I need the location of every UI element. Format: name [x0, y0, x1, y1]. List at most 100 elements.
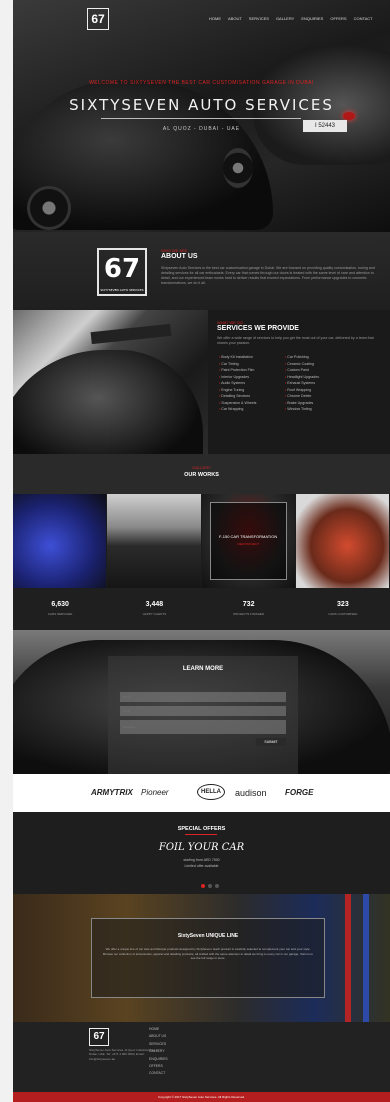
- footer-link-about[interactable]: ABOUT US: [149, 1033, 168, 1040]
- stat-number: 3,448: [145, 601, 164, 608]
- about-title: ABOUT US: [161, 253, 198, 260]
- slider-dot[interactable]: [215, 884, 219, 888]
- brand-logo-forge: FORGE: [285, 788, 314, 797]
- menu-item-gallery[interactable]: GALLERY: [276, 16, 294, 21]
- footer-link-services[interactable]: SERVICES: [149, 1041, 168, 1048]
- offer-price: starting from AED 7500: [183, 858, 220, 862]
- special-offers-section: SPECIAL OFFERS FOIL YOUR CAR starting fr…: [13, 812, 390, 894]
- gallery-overlay-link[interactable]: VIEW PROJECT: [202, 542, 295, 546]
- slider-dots: [201, 884, 219, 888]
- enquiry-form: LEARN MORE SUBMIT: [108, 656, 298, 774]
- footer-links: HOME ABOUT US SERVICES GALLERY ENQUIRIES…: [149, 1026, 168, 1078]
- service-item: Exhaust Systems: [285, 380, 319, 387]
- page: I 52443 67 HOME ABOUT SERVICES GALLERY E…: [13, 0, 390, 1102]
- footer: 67 SixtySeven Auto Services, Al Quoz Ind…: [13, 1022, 390, 1092]
- services-title: SERVICES WE PROVIDE: [217, 325, 299, 332]
- wheel-image: [27, 186, 71, 230]
- about-logo-caption: SIXTYSEVEN AUTO SERVICES: [100, 288, 144, 292]
- email-field[interactable]: [120, 706, 286, 716]
- stat-label: Cars Serviced: [47, 612, 73, 616]
- stats-bar: 6,630 Cars Serviced 3,448 Happy Clients …: [13, 588, 390, 630]
- site-logo[interactable]: 67: [87, 8, 109, 30]
- stat-label: Happy Clients: [142, 612, 167, 616]
- services-section: WHAT WE DO SERVICES WE PROVIDE We offer …: [13, 310, 390, 454]
- unique-line-section: SixtySeven UNIQUE LINE We offer a unique…: [13, 894, 390, 1022]
- stat-number: 323: [337, 601, 349, 608]
- works-title: OUR WORKS: [184, 472, 219, 478]
- divider: [101, 118, 301, 119]
- about-logo: 67 SIXTYSEVEN AUTO SERVICES: [97, 248, 147, 296]
- about-logo-number: 67: [103, 254, 141, 284]
- slider-dot[interactable]: [208, 884, 212, 888]
- menu-item-contact[interactable]: CONTACT: [354, 16, 373, 21]
- service-item: Paint Protection Film: [219, 367, 256, 374]
- hero-section: I 52443 67 HOME ABOUT SERVICES GALLERY E…: [13, 0, 390, 232]
- works-section: GALLERY OUR WORKS: [13, 454, 390, 494]
- slider-dot-active[interactable]: [201, 884, 205, 888]
- menu-item-home[interactable]: HOME: [209, 16, 221, 21]
- services-list-left: Body Kit Installation Car Tinting Paint …: [219, 354, 256, 413]
- service-item: Body Kit Installation: [219, 354, 256, 361]
- brand-logo-hella: HELLA: [197, 784, 225, 800]
- menu-item-offers[interactable]: OFFERS: [330, 16, 346, 21]
- footer-link-contact[interactable]: CONTACT: [149, 1070, 168, 1077]
- works-gallery: F-150 CAR TRANSFORMATION VIEW PROJECT: [13, 494, 390, 588]
- gallery-image-orange-nissan[interactable]: [295, 494, 389, 588]
- headlight-image: [223, 148, 253, 188]
- main-menu: HOME ABOUT SERVICES GALLERY ENQUIRIES OF…: [209, 16, 373, 21]
- about-section: 67 SIXTYSEVEN AUTO SERVICES WHO WE ARE A…: [13, 232, 390, 310]
- stat-label: Projects Finished: [233, 612, 265, 616]
- services-list-right: Car Polishing Ceramic Coating Custom Pai…: [285, 354, 319, 413]
- submit-button[interactable]: SUBMIT: [256, 738, 286, 746]
- footer-logo[interactable]: 67: [89, 1028, 109, 1046]
- footer-link-offers[interactable]: OFFERS: [149, 1063, 168, 1070]
- learn-more-section: LEARN MORE SUBMIT: [13, 630, 390, 774]
- services-car: [13, 350, 203, 454]
- stat-happy-clients: 3,448 Happy Clients: [107, 588, 201, 630]
- brand-logos: ARMYTRIX Pioneer HELLA audison FORGE: [13, 774, 390, 812]
- brand-logo-armytrix: ARMYTRIX: [91, 788, 133, 797]
- top-nav: 67 HOME ABOUT SERVICES GALLERY ENQUIRIES…: [13, 0, 390, 36]
- hero-title: SIXTYSEVEN AUTO SERVICES: [69, 96, 334, 114]
- menu-item-about[interactable]: ABOUT: [228, 16, 242, 21]
- copyright-bar: Copyright © 2017 SixtySeven Auto Service…: [13, 1092, 390, 1102]
- hero-location: AL QUOZ - DUBAI - UAE: [162, 126, 241, 132]
- name-field[interactable]: [120, 692, 286, 702]
- footer-link-gallery[interactable]: GALLERY: [149, 1048, 168, 1055]
- brand-logo-pioneer: Pioneer: [141, 788, 169, 797]
- gallery-image-blue-lexus[interactable]: [13, 494, 107, 588]
- services-intro: We offer a wide range of services to hel…: [217, 336, 374, 345]
- stat-cars-serviced: 6,630 Cars Serviced: [13, 588, 107, 630]
- menu-item-enquiries[interactable]: ENQUIRIES: [301, 16, 323, 21]
- message-field[interactable]: [120, 720, 286, 734]
- unique-line-title: SixtySeven UNIQUE LINE: [177, 933, 239, 939]
- brand-logo-audison: audison: [235, 788, 267, 798]
- gallery-overlay: [209, 502, 287, 580]
- stat-number: 732: [242, 601, 255, 608]
- divider: [185, 834, 217, 835]
- footer-link-home[interactable]: HOME: [149, 1026, 168, 1033]
- gallery-overlay-title: F-150 CAR TRANSFORMATION: [218, 534, 278, 539]
- gallery-image-f150[interactable]: F-150 CAR TRANSFORMATION VIEW PROJECT: [201, 494, 295, 588]
- stat-projects-finished: 732 Projects Finished: [202, 588, 296, 630]
- decor-stripe: [363, 894, 369, 1022]
- works-kicker: GALLERY: [192, 465, 211, 470]
- service-item: Window Tinting: [285, 406, 319, 413]
- spoiler-image: [90, 323, 172, 345]
- offer-note: Limited offer available: [184, 864, 219, 868]
- unique-line-text: We offer a unique line of car care and l…: [103, 947, 313, 961]
- offer-headline: FOIL YOUR CAR: [158, 842, 245, 853]
- menu-item-services[interactable]: SERVICES: [249, 16, 269, 21]
- stat-label: Cars Customised: [328, 612, 358, 616]
- services-heading: WHAT WE DO SERVICES WE PROVIDE: [217, 320, 299, 332]
- hero-welcome: WELCOME TO SIXTYSEVEN THE BEST CAR CUSTO…: [89, 80, 314, 86]
- services-image: [13, 310, 208, 454]
- about-text: Sixtyseven Auto Services is the best car…: [161, 266, 375, 285]
- gallery-image-pickup[interactable]: [107, 494, 201, 588]
- decor-stripe: [345, 894, 351, 1022]
- learn-more-title: LEARN MORE: [182, 666, 224, 672]
- footer-link-enquiries[interactable]: ENQUIRIES: [149, 1056, 168, 1063]
- unique-line-box: SixtySeven UNIQUE LINE We offer a unique…: [91, 918, 325, 998]
- service-item: Car Wrapping: [219, 406, 256, 413]
- about-heading: WHO WE ARE ABOUT US: [161, 248, 198, 260]
